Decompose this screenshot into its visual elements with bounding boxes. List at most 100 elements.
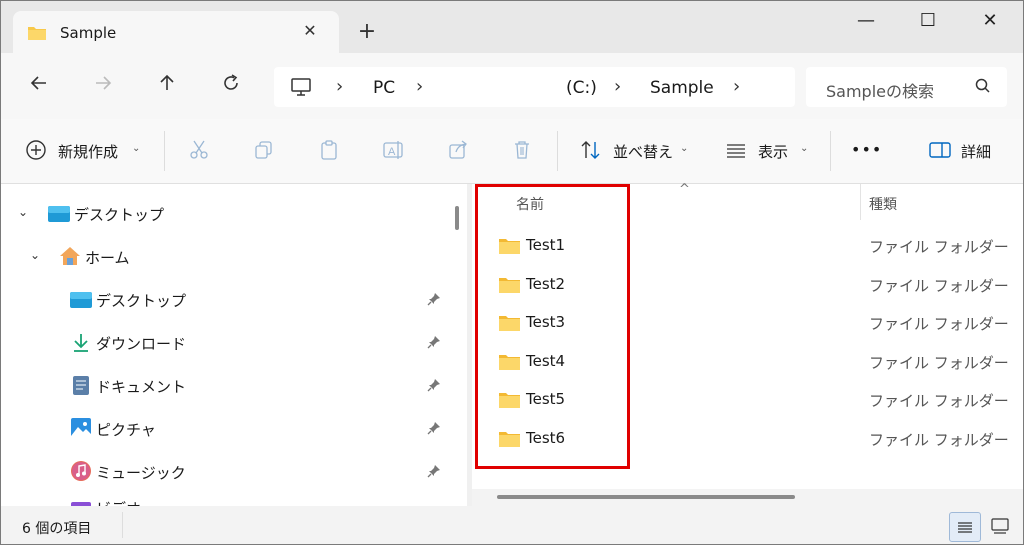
home-icon bbox=[59, 246, 81, 270]
pictures-icon bbox=[71, 418, 91, 442]
search-icon bbox=[974, 77, 992, 99]
pin-icon[interactable] bbox=[427, 377, 441, 396]
tree-item-label: ビデオ bbox=[96, 498, 141, 506]
sort-icon bbox=[580, 139, 602, 165]
close-window-button[interactable]: ✕ bbox=[967, 7, 1013, 37]
scrollbar-thumb[interactable] bbox=[497, 495, 795, 499]
title-bar: Sample ✕ + — ☐ ✕ bbox=[1, 1, 1023, 55]
divider bbox=[830, 131, 831, 171]
divider bbox=[164, 131, 165, 171]
maximize-button[interactable]: ☐ bbox=[905, 7, 951, 37]
file-type: ファイル フォルダー bbox=[869, 238, 1009, 256]
view-button[interactable]: 表示 bbox=[758, 141, 788, 162]
chevron-down-icon[interactable]: ⌄ bbox=[30, 248, 40, 262]
item-count: 6 個の項目 bbox=[22, 521, 92, 537]
folder-icon bbox=[27, 25, 47, 45]
highlight-box bbox=[475, 184, 630, 469]
cut-icon[interactable] bbox=[188, 139, 210, 165]
tree-item-downloads[interactable]: ダウンロード bbox=[1, 324, 447, 360]
document-icon bbox=[72, 375, 90, 400]
chevron-down-icon[interactable]: ⌄ bbox=[18, 205, 28, 219]
navigation-pane: ⌄ デスクトップ ⌄ ホーム デスクトップ ダウンロード ドキュメント ピクチャ… bbox=[1, 184, 467, 506]
forward-arrow-icon[interactable] bbox=[87, 71, 119, 103]
details-button[interactable]: 詳細 bbox=[961, 141, 991, 162]
file-type: ファイル フォルダー bbox=[869, 431, 1009, 449]
chevron-down-icon: ⌄ bbox=[680, 143, 689, 154]
tree-item-desktop-root[interactable]: ⌄ デスクトップ bbox=[1, 195, 447, 231]
breadcrumb-pc[interactable]: PC bbox=[373, 78, 395, 98]
divider bbox=[122, 512, 123, 538]
sort-ascending-icon: ^ bbox=[679, 182, 690, 197]
tree-item-label: ダウンロード bbox=[96, 335, 187, 353]
tree-item-home[interactable]: ⌄ ホーム bbox=[1, 238, 447, 274]
back-arrow-icon[interactable] bbox=[23, 71, 55, 103]
tree-item-pictures[interactable]: ピクチャ bbox=[1, 410, 447, 446]
file-list-pane: ^ 名前 種類 Test1 ファイル フォルダー Test2 ファイル フォルダ… bbox=[472, 182, 1023, 506]
refresh-icon[interactable] bbox=[215, 71, 247, 103]
breadcrumb-sample[interactable]: Sample bbox=[650, 78, 714, 98]
breadcrumb-separator: › bbox=[416, 76, 424, 97]
tree-item-label: デスクトップ bbox=[74, 206, 165, 224]
column-header-type[interactable]: 種類 bbox=[869, 194, 897, 214]
breadcrumb-separator: › bbox=[733, 76, 741, 97]
tree-item-music[interactable]: ミュージック bbox=[1, 453, 447, 489]
more-options-button[interactable]: ••• bbox=[851, 140, 882, 159]
tree-item-videos[interactable]: ビデオ bbox=[1, 496, 447, 506]
copy-icon[interactable] bbox=[253, 139, 275, 165]
tiles-view-button[interactable] bbox=[985, 512, 1015, 540]
pin-icon[interactable] bbox=[427, 463, 441, 482]
vertical-scrollbar[interactable] bbox=[455, 206, 459, 230]
breadcrumb-separator: › bbox=[336, 76, 344, 97]
desktop-icon bbox=[48, 206, 70, 226]
file-type: ファイル フォルダー bbox=[869, 277, 1009, 295]
music-icon bbox=[71, 461, 91, 485]
minimize-button[interactable]: — bbox=[843, 7, 889, 37]
view-lines-icon bbox=[725, 139, 747, 165]
pin-icon[interactable] bbox=[427, 334, 441, 353]
up-arrow-icon[interactable] bbox=[151, 71, 183, 103]
command-bar: 新規作成 ⌄ A 並べ替え ⌄ 表示 ⌄ ••• 詳細 bbox=[1, 119, 1023, 184]
chevron-down-icon: ⌄ bbox=[800, 143, 809, 154]
tree-item-desktop[interactable]: デスクトップ bbox=[1, 281, 447, 317]
new-button[interactable]: 新規作成 bbox=[58, 141, 118, 162]
list-view-icon bbox=[957, 520, 973, 539]
chevron-down-icon: ⌄ bbox=[132, 143, 141, 154]
tab-close-icon[interactable]: ✕ bbox=[299, 20, 321, 42]
tree-item-documents[interactable]: ドキュメント bbox=[1, 367, 447, 403]
paste-icon[interactable] bbox=[318, 139, 340, 165]
share-icon[interactable] bbox=[447, 139, 469, 165]
file-type: ファイル フォルダー bbox=[869, 354, 1009, 372]
tree-item-label: ピクチャ bbox=[96, 421, 156, 439]
computer-icon bbox=[290, 77, 312, 101]
delete-icon[interactable] bbox=[511, 139, 533, 165]
column-divider[interactable] bbox=[860, 184, 861, 220]
file-type: ファイル フォルダー bbox=[869, 315, 1009, 333]
tab-sample[interactable]: Sample ✕ bbox=[13, 11, 339, 55]
breadcrumb-separator: › bbox=[614, 76, 622, 97]
tree-item-label: ドキュメント bbox=[96, 378, 187, 396]
pin-icon[interactable] bbox=[427, 420, 441, 439]
address-bar[interactable]: › PC › (C:) › Sample › bbox=[274, 67, 795, 107]
divider bbox=[557, 131, 558, 171]
tab-title: Sample bbox=[60, 24, 117, 42]
details-pane-icon bbox=[928, 139, 952, 165]
rename-icon[interactable]: A bbox=[382, 139, 406, 165]
tree-item-label: ミュージック bbox=[96, 464, 186, 482]
details-view-button[interactable] bbox=[949, 512, 981, 542]
large-icons-view-icon bbox=[991, 518, 1009, 538]
desktop-icon bbox=[70, 292, 92, 312]
sort-button[interactable]: 並べ替え bbox=[613, 141, 673, 162]
pin-icon[interactable] bbox=[427, 291, 441, 310]
search-box[interactable]: Sampleの検索 bbox=[806, 67, 1007, 107]
svg-text:A: A bbox=[388, 146, 396, 158]
search-placeholder: Sampleの検索 bbox=[826, 82, 934, 101]
tree-item-label: デスクトップ bbox=[96, 292, 187, 310]
navigation-bar: › PC › (C:) › Sample › Sampleの検索 bbox=[1, 53, 1023, 119]
breadcrumb-drive[interactable]: (C:) bbox=[566, 78, 597, 98]
download-icon bbox=[72, 333, 90, 357]
new-tab-button[interactable]: + bbox=[353, 21, 381, 45]
tree-item-label: ホーム bbox=[85, 249, 130, 267]
file-explorer-window: Sample ✕ + — ☐ ✕ › PC › (C:) › Sample › … bbox=[0, 0, 1024, 545]
horizontal-scrollbar[interactable] bbox=[472, 489, 1023, 506]
status-bar: 6 個の項目 bbox=[1, 506, 1023, 544]
